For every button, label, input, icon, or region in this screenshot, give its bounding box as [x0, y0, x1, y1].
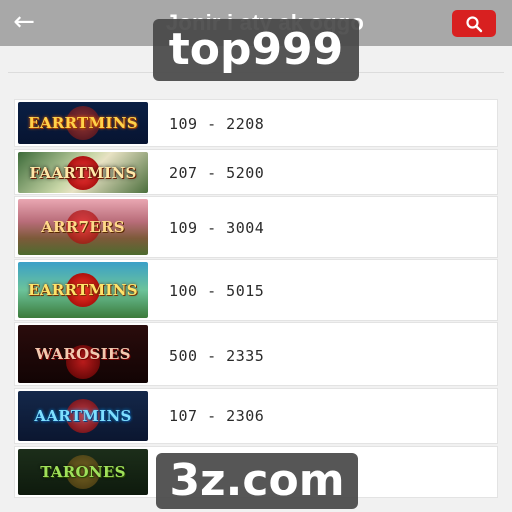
game-row[interactable]: AARTMINS 107 - 2306 — [14, 388, 498, 444]
game-thumbnail: WAROSIES — [18, 325, 148, 383]
game-row[interactable]: FAARTMINS 207 - 5200 — [14, 149, 498, 195]
watermark-bottom: 3z.com — [156, 453, 358, 509]
game-thumbnail: EARRTMINS — [18, 262, 148, 318]
game-thumbnail: TARONES — [18, 449, 148, 495]
arrow-left-icon: ← — [13, 7, 35, 37]
game-title: AARTMINS — [34, 407, 132, 425]
game-thumbnail: FAARTMINS — [18, 152, 148, 193]
game-title: FAARTMINS — [29, 163, 137, 182]
game-title: WAROSIES — [35, 345, 131, 363]
game-title: EARRTMINS — [28, 114, 138, 132]
bet-range: 500 - 2335 — [169, 347, 265, 365]
bet-range: 107 - 2306 — [169, 407, 265, 425]
bet-range: 207 - 5200 — [169, 164, 265, 182]
search-icon — [466, 16, 483, 33]
back-button[interactable]: ← — [8, 4, 40, 40]
game-row[interactable]: WAROSIES 500 - 2335 — [14, 322, 498, 386]
game-title: TARONES — [40, 463, 126, 481]
game-thumbnail: ARR7ERS — [18, 199, 148, 255]
game-row[interactable]: ARR7ERS 109 - 3004 — [14, 196, 498, 258]
search-button[interactable] — [452, 10, 496, 37]
bet-range: 109 - 3004 — [169, 219, 265, 237]
bet-range: 100 - 5015 — [169, 282, 265, 300]
game-thumbnail: EARRTMINS — [18, 102, 148, 144]
game-row[interactable]: EARRTMINS 109 - 2208 — [14, 99, 498, 147]
bet-range: 109 - 2208 — [169, 115, 265, 133]
game-thumbnail: AARTMINS — [18, 391, 148, 441]
game-title: EARRTMINS — [28, 281, 138, 299]
game-row[interactable]: EARRTMINS 100 - 5015 — [14, 259, 498, 321]
watermark-top: top999 — [153, 19, 359, 81]
game-title: ARR7ERS — [41, 218, 125, 236]
